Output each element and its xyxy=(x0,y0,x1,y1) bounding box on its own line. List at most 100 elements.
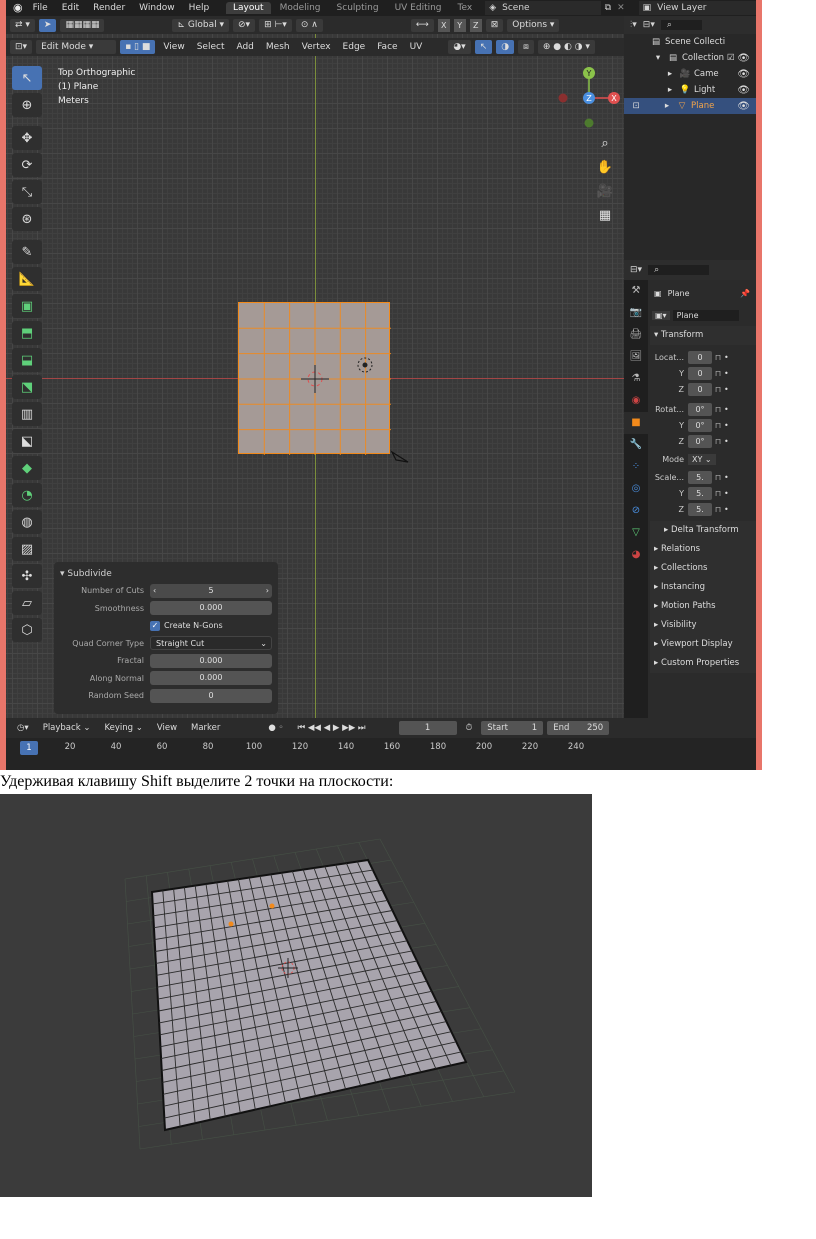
menu-edit[interactable]: Edit xyxy=(55,3,86,13)
render-tab-icon[interactable]: 📷 xyxy=(624,302,648,324)
camera-view-icon[interactable]: 🎥 xyxy=(594,182,616,202)
location-y-field[interactable]: 0 xyxy=(688,366,712,380)
select-mode-icon[interactable]: ➤ xyxy=(38,18,57,32)
selected-vertex-2[interactable] xyxy=(269,903,275,909)
gizmo-toggle[interactable]: ↖ xyxy=(474,40,493,54)
data-tab-icon[interactable]: ▽ xyxy=(624,522,648,544)
smoothness-field[interactable]: 0.000 xyxy=(150,601,272,616)
orientation-dropdown[interactable]: ⊾ Global ▾ xyxy=(172,18,229,32)
inset-tool-icon[interactable]: ⬓ xyxy=(12,348,42,372)
keyframe-dot-icon[interactable]: • xyxy=(724,473,729,482)
fractal-field[interactable]: 0.000 xyxy=(150,653,272,668)
timeline-view-menu[interactable]: View xyxy=(152,721,182,735)
selected-vertex-1[interactable] xyxy=(228,921,234,927)
expand-arrow-icon[interactable]: ▸ xyxy=(664,85,676,95)
end-frame-field[interactable]: End 250 xyxy=(547,721,610,735)
zoom-icon[interactable]: ⌕ xyxy=(594,134,616,154)
select-box-modes-icon[interactable]: ▦▦▦▦ xyxy=(60,18,105,32)
vp-menu-edge[interactable]: Edge xyxy=(339,42,370,52)
expand-arrow-icon[interactable]: ▸ xyxy=(664,69,676,79)
auto-merge-icon[interactable]: ⊠ xyxy=(485,18,504,32)
modifier-tab-icon[interactable]: 🔧 xyxy=(624,434,648,456)
close-scene-icon[interactable]: ✕ xyxy=(617,3,625,13)
random-seed-field[interactable]: 0 xyxy=(150,688,272,703)
visibility-section[interactable]: ▸ Visibility xyxy=(650,616,756,635)
properties-editor-icon[interactable]: ⊟▾ xyxy=(630,265,642,275)
constraints-tab-icon[interactable]: ⊘ xyxy=(624,500,648,522)
spin-tool-icon[interactable]: ◔ xyxy=(12,483,42,507)
lock-icon[interactable]: ⊓ xyxy=(712,369,724,378)
quad-corner-dropdown[interactable]: Straight Cut ⌄ xyxy=(150,636,272,651)
rotation-z-field[interactable]: 0° xyxy=(688,434,712,448)
keyframe-dot-icon[interactable]: • xyxy=(724,505,729,514)
overlay-toggle[interactable]: ◑ xyxy=(496,40,515,54)
location-z-field[interactable]: 0 xyxy=(688,382,712,396)
select-box-tool-icon[interactable]: ↖ xyxy=(12,66,42,90)
shear-tool-icon[interactable]: ▱ xyxy=(12,591,42,615)
world-tab-icon[interactable]: ◉ xyxy=(624,390,648,412)
scale-y-field[interactable]: 5. xyxy=(688,486,712,500)
tab-layout[interactable]: Layout xyxy=(225,2,271,14)
lock-icon[interactable]: ⊓ xyxy=(712,505,724,514)
edge-slide-tool-icon[interactable]: ▨ xyxy=(12,537,42,561)
menu-window[interactable]: Window xyxy=(132,3,182,13)
shading-modes[interactable]: ⊕ ● ◐ ◑ ▾ xyxy=(537,40,595,54)
transform-pivot-icon[interactable]: ⇄ ▾ xyxy=(10,18,35,32)
keyframe-dot-icon[interactable]: • xyxy=(724,421,729,430)
editor-type-dropdown[interactable]: ⊡▾ xyxy=(10,40,33,54)
pivot-point-dropdown[interactable]: ⊘▾ xyxy=(233,18,256,32)
cursor-tool-icon[interactable]: ⊕ xyxy=(12,93,42,117)
measure-tool-icon[interactable]: 📐 xyxy=(12,267,42,291)
plane-mesh[interactable] xyxy=(238,302,391,455)
along-normal-field[interactable]: 0.000 xyxy=(150,671,272,686)
pan-hand-icon[interactable]: ✋ xyxy=(594,158,616,178)
output-tab-icon[interactable]: 🖨 xyxy=(624,324,648,346)
annotate-tool-icon[interactable]: ✎ xyxy=(12,240,42,264)
keyframe-dot-icon[interactable]: • xyxy=(724,369,729,378)
outliner-scene-collection[interactable]: ▤ Scene Collecti xyxy=(624,34,756,50)
select-mode-buttons[interactable]: ▪ ▯ ■ xyxy=(120,40,156,54)
start-frame-field[interactable]: Start 1 xyxy=(481,721,544,735)
create-ngons-checkbox[interactable]: ✓ Create N-Gons xyxy=(150,620,223,631)
operator-panel-title[interactable]: ▾ Subdivide xyxy=(60,566,272,582)
lock-icon[interactable]: ⊓ xyxy=(712,385,724,394)
outliner-camera[interactable]: ▸ 🎥 Came 👁 xyxy=(624,66,756,82)
blender-logo-icon[interactable]: ◉ xyxy=(10,1,26,15)
location-x-field[interactable]: 0 xyxy=(688,350,712,364)
stopwatch-icon[interactable]: ⏱ xyxy=(461,721,478,735)
mesh-name-field[interactable]: Plane xyxy=(672,309,739,321)
collections-section[interactable]: ▸ Collections xyxy=(650,559,756,578)
bevel-tool-icon[interactable]: ⬔ xyxy=(12,375,42,399)
outliner-light[interactable]: ▸ 💡 Light 👁 xyxy=(624,82,756,98)
mirror-icon[interactable]: ⟷ xyxy=(410,18,434,32)
vp-menu-select[interactable]: Select xyxy=(193,42,229,52)
grid-toggle-icon[interactable]: ▦ xyxy=(594,206,616,226)
smooth-tool-icon[interactable]: ◍ xyxy=(12,510,42,534)
lock-icon[interactable]: ⊓ xyxy=(712,489,724,498)
number-of-cuts-field[interactable]: ‹ 5 › xyxy=(150,583,272,598)
scene-selector[interactable]: ◈ Scene xyxy=(485,1,601,15)
lock-icon[interactable]: ⊓ xyxy=(712,353,724,362)
view-layer-tab-icon[interactable]: 🖼 xyxy=(624,346,648,368)
marker-menu[interactable]: Marker xyxy=(186,721,225,735)
playback-controls[interactable]: ⏮ ◀◀ ◀ ▶ ▶▶ ⏭ xyxy=(293,721,371,735)
mirror-y-toggle[interactable]: Y xyxy=(453,18,466,32)
poly-build-tool-icon[interactable]: ◆ xyxy=(12,456,42,480)
vp-menu-mesh[interactable]: Mesh xyxy=(262,42,294,52)
scale-z-field[interactable]: 5. xyxy=(688,502,712,516)
display-mode-icon[interactable]: ⊟▾ xyxy=(643,20,655,30)
transform-tool-icon[interactable]: ⊛ xyxy=(12,207,42,231)
outliner-collection[interactable]: ▾ ▤ Collection ☑ 👁 xyxy=(624,50,756,66)
outliner-plane[interactable]: ⊡ ▸ ▽ Plane 👁 xyxy=(624,98,756,114)
outliner-filter-icon[interactable]: ⫶▾ xyxy=(630,20,637,30)
viewport-display-section[interactable]: ▸ Viewport Display xyxy=(650,635,756,654)
new-scene-icon[interactable]: ⧉ xyxy=(605,3,611,13)
eye-icon[interactable]: 👁 xyxy=(737,69,750,80)
custom-properties-section[interactable]: ▸ Custom Properties xyxy=(650,654,756,673)
snap-dropdown[interactable]: ⊞ ⊢▾ xyxy=(259,18,292,32)
vp-menu-uv[interactable]: UV xyxy=(406,42,427,52)
move-tool-icon[interactable]: ✥ xyxy=(12,126,42,150)
tab-texture[interactable]: Tex xyxy=(451,2,480,14)
menu-file[interactable]: File xyxy=(26,3,55,13)
menu-help[interactable]: Help xyxy=(182,3,217,13)
